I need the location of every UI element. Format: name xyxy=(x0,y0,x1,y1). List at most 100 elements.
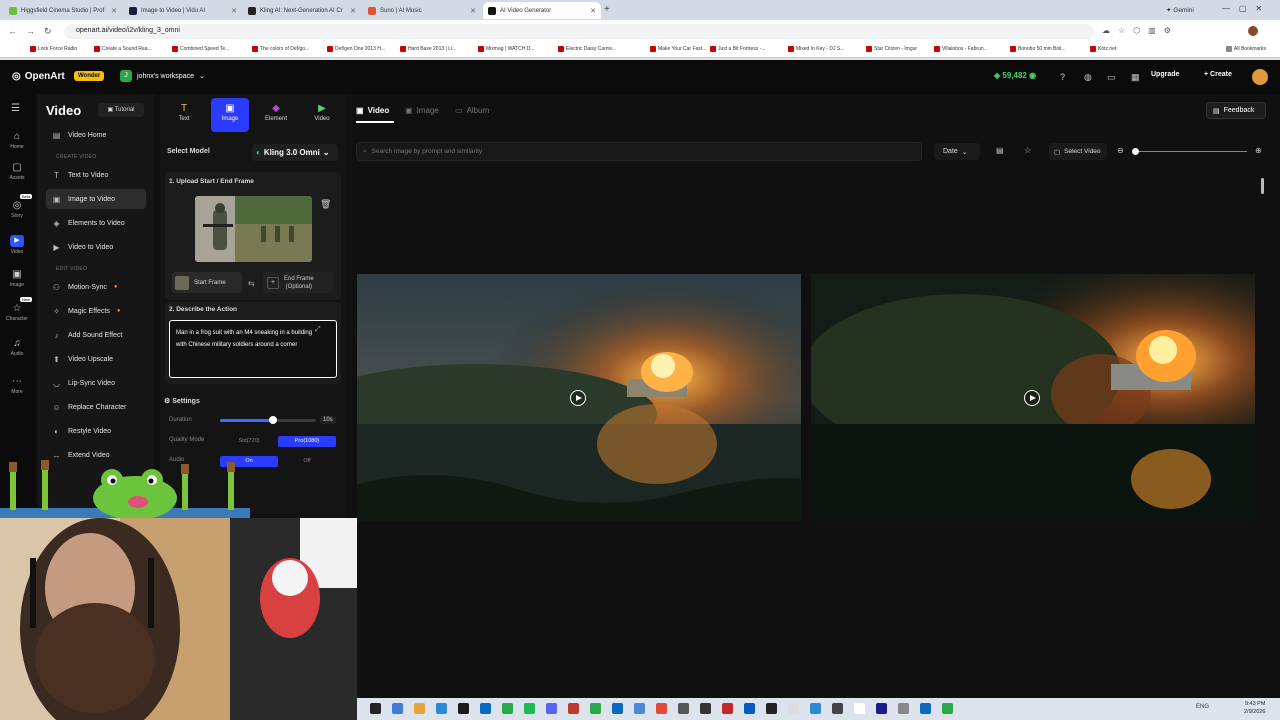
tab-image[interactable]: ▣ Image xyxy=(211,98,249,132)
bookmark-item[interactable]: Mixmag | WATCH D... xyxy=(478,46,535,52)
star-icon[interactable]: ☆ xyxy=(1024,146,1031,155)
upgrade-button[interactable]: Upgrade xyxy=(1151,71,1179,78)
video-thumbnail-2[interactable] xyxy=(811,274,1255,522)
bookmark-item[interactable]: Electric Daisy Carniv... xyxy=(558,46,616,52)
scrollbar[interactable] xyxy=(1261,178,1264,194)
taskbar-app-icon[interactable] xyxy=(854,703,865,714)
forward-icon[interactable]: → xyxy=(26,26,35,36)
url-field[interactable]: openart.ai/video/i2v/kling_3_omni xyxy=(64,24,1094,39)
tab-video[interactable]: ▶ Video xyxy=(303,98,341,132)
end-frame-button[interactable]: + End Frame (Optional) xyxy=(263,272,333,293)
taskbar-app-icon[interactable] xyxy=(414,703,425,714)
prompt-input[interactable]: Man in a frog suit with an M4 sneaking i… xyxy=(169,320,337,378)
bookmark-item[interactable]: Villalobos - Fabrun... xyxy=(934,46,988,52)
play-icon[interactable] xyxy=(570,390,586,406)
nav-item-elements-to-video[interactable]: ◈ Elements to Video xyxy=(46,213,146,233)
language-indicator[interactable]: ENG xyxy=(1196,704,1209,710)
taskbar-app-icon[interactable] xyxy=(766,703,777,714)
nav-item-magic-effects[interactable]: ✧ Magic Effects ● xyxy=(46,301,146,321)
tab-album[interactable]: ▭ Album xyxy=(455,106,489,115)
taskbar-app-icon[interactable] xyxy=(634,703,645,714)
rail-item-story[interactable]: ◎ Story xyxy=(0,200,34,219)
bookmark-item[interactable]: Combined Speed Te... xyxy=(172,46,229,52)
close-icon[interactable]: ✕ xyxy=(111,7,117,15)
nav-item-text-to-video[interactable]: T Text to Video xyxy=(46,165,146,185)
nav-item-video-home[interactable]: ▤ Video Home xyxy=(46,125,146,145)
video-thumbnail-1[interactable] xyxy=(357,274,801,522)
bookmark-item[interactable]: Def/gen One 2013 H... xyxy=(327,46,385,52)
taskbar-app-icon[interactable] xyxy=(810,703,821,714)
quality-std-option[interactable]: Std(720) xyxy=(220,436,278,447)
rail-item-character[interactable]: ☆ Character xyxy=(0,303,34,322)
gift-icon[interactable]: ▦ xyxy=(1131,72,1140,83)
rail-item-audio[interactable]: ♫ Audio xyxy=(0,338,34,357)
taskbar-app-icon[interactable] xyxy=(678,703,689,714)
bookmark-item[interactable]: Make Your Car Fast... xyxy=(650,46,706,52)
trash-icon[interactable]: 🗑 xyxy=(320,199,331,210)
rail-item-video[interactable]: ▶ Video xyxy=(0,235,34,255)
taskbar-app-icon[interactable] xyxy=(524,703,535,714)
discord-icon[interactable]: ◍ xyxy=(1084,72,1092,83)
feedback-button[interactable]: ▤ Feedback xyxy=(1206,102,1266,119)
swap-icon[interactable]: ⇆ xyxy=(248,279,255,288)
zoom-slider[interactable] xyxy=(1135,151,1247,152)
date-sort-button[interactable]: Date ⌄ xyxy=(934,143,980,160)
zoom-slider-handle[interactable] xyxy=(1132,148,1139,155)
zoom-out-icon[interactable]: ⊖ xyxy=(1117,146,1124,155)
rail-item-image[interactable]: ▣ Image xyxy=(0,269,34,288)
nav-item-restyle-video[interactable]: ◐ Restyle Video xyxy=(46,421,146,441)
taskbar-app-icon[interactable] xyxy=(502,703,513,714)
rail-item-more[interactable]: ⋯ More xyxy=(0,376,34,395)
workspace-switcher[interactable]: Jjohnx's workspace ⌄ xyxy=(120,70,205,82)
settings-header[interactable]: ⚙ Settings xyxy=(164,397,200,405)
duration-slider-handle[interactable] xyxy=(268,416,277,424)
openart-logo[interactable]: ◎ OpenArt xyxy=(12,71,65,82)
taskbar-app-icon[interactable] xyxy=(920,703,931,714)
bookmark-item[interactable]: Kotz.net xyxy=(1090,46,1116,52)
tab-text[interactable]: T Text xyxy=(165,98,203,132)
bookmark-item[interactable]: The colors of Def/go... xyxy=(252,46,309,52)
taskbar-app-icon[interactable] xyxy=(568,703,579,714)
browser-tab[interactable]: Suno | AI Music ✕ xyxy=(363,2,481,19)
duration-slider[interactable] xyxy=(220,416,316,424)
profile-avatar[interactable] xyxy=(1248,26,1258,36)
nav-item-add-sound-effect[interactable]: ♪ Add Sound Effect xyxy=(46,325,146,345)
credits-balance[interactable]: ◈ 59,482 ◉ xyxy=(994,71,1036,80)
taskbar-app-icon[interactable] xyxy=(458,703,469,714)
bookmark-item[interactable]: Hard Base 2013 | Li... xyxy=(400,46,456,52)
taskbar-app-icon[interactable] xyxy=(612,703,623,714)
play-icon[interactable] xyxy=(1024,390,1040,406)
taskbar-app-icon[interactable] xyxy=(898,703,909,714)
taskbar-app-icon[interactable] xyxy=(392,703,403,714)
new-tab-button[interactable]: + xyxy=(604,4,610,15)
nav-item-lip-sync-video[interactable]: ◡ Lip-Sync Video xyxy=(46,373,146,393)
bookmark-item[interactable]: Create a Sound Rea... xyxy=(94,46,152,52)
taskbar-app-icon[interactable] xyxy=(744,703,755,714)
rail-item-assets[interactable]: ▢ Assets xyxy=(0,162,34,181)
create-button[interactable]: + Create xyxy=(1204,71,1232,78)
browser-tab[interactable]: AI Video Generator ✕ xyxy=(483,2,601,19)
audio-off-option[interactable]: Off xyxy=(278,456,336,467)
select-video-button[interactable]: ▢ Select Video xyxy=(1049,143,1107,160)
bookmark-item[interactable]: Lock Force Radio xyxy=(30,46,77,52)
tab-image[interactable]: ▣ Image xyxy=(405,106,439,115)
tab-element[interactable]: ◆ Element xyxy=(257,98,295,132)
taskbar-app-icon[interactable] xyxy=(788,703,799,714)
user-avatar[interactable] xyxy=(1252,69,1268,85)
expand-icon[interactable]: ⤢ xyxy=(315,326,321,334)
bookmark-item[interactable]: Mixed In Key - DJ S... xyxy=(788,46,844,52)
screen-icon[interactable]: ▭ xyxy=(1107,72,1116,83)
browser-toolbar-icons[interactable]: ☁☆⬡▥⚙ xyxy=(1102,26,1179,35)
gemini-button[interactable]: ✦ Gemini xyxy=(1166,6,1194,14)
reload-icon[interactable]: ↻ xyxy=(44,26,52,37)
bookmark-item[interactable]: Bonobo 50 min Boil... xyxy=(1010,46,1066,52)
taskbar-app-icon[interactable] xyxy=(480,703,491,714)
browser-tab[interactable]: Kling AI: Next-Generation AI Cr ✕ xyxy=(243,2,361,19)
tab-video[interactable]: ▣ Video xyxy=(356,106,389,115)
taskbar-app-icon[interactable] xyxy=(370,703,381,714)
help-icon[interactable]: ? xyxy=(1060,72,1065,82)
quality-pro-option[interactable]: Pro(1080) xyxy=(278,436,336,447)
search-input[interactable]: ⌕ Search image by prompt and similarity xyxy=(356,142,922,161)
all-bookmarks[interactable]: All Bookmarks xyxy=(1226,46,1266,52)
taskbar-app-icon[interactable] xyxy=(832,703,843,714)
